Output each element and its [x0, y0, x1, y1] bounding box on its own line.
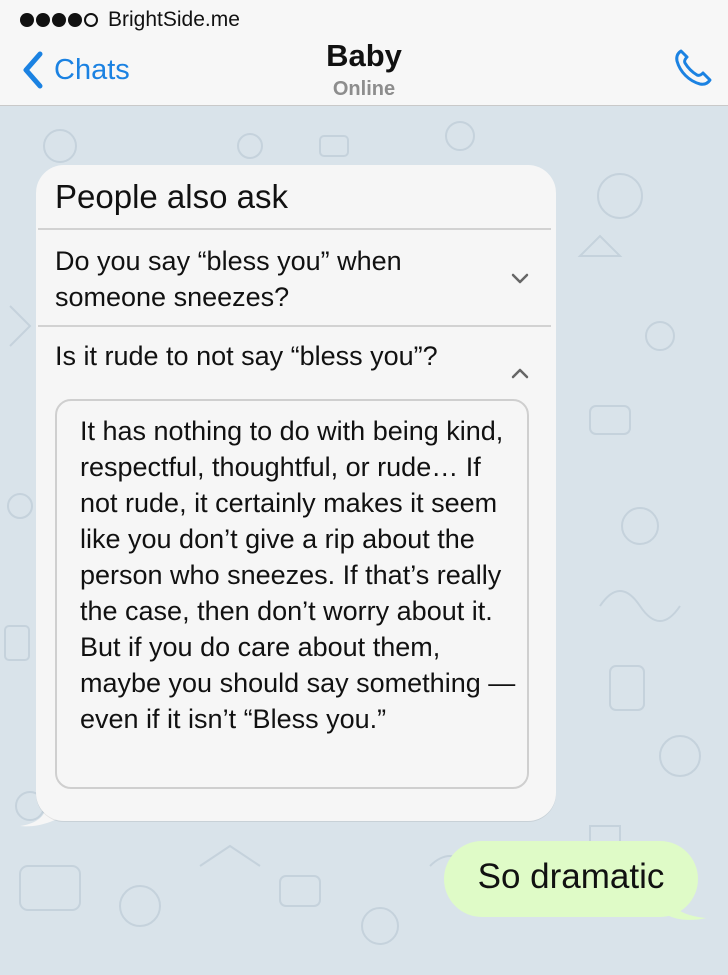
- contact-name: Baby: [326, 38, 402, 73]
- question-collapsed[interactable]: Do you say “bless you” when someone snee…: [55, 243, 475, 315]
- question-expanded[interactable]: Is it rude to not say “bless you”?: [55, 338, 495, 374]
- divider: [38, 228, 551, 230]
- phone-icon[interactable]: [672, 46, 714, 88]
- conversation-title[interactable]: Baby Online: [0, 38, 728, 101]
- answer-panel: It has nothing to do with being kind, re…: [55, 399, 529, 789]
- incoming-message-bubble: People also ask Do you say “bless you” w…: [36, 165, 556, 821]
- status-bar: BrightSide.me: [20, 8, 240, 32]
- answer-text: It has nothing to do with being kind, re…: [80, 416, 516, 734]
- outgoing-message-text: So dramatic: [477, 857, 665, 896]
- outgoing-message-bubble: So dramatic: [444, 841, 698, 917]
- carrier-name: BrightSide.me: [108, 8, 240, 31]
- people-also-ask-title: People also ask: [55, 178, 288, 215]
- divider: [38, 325, 551, 327]
- chevron-down-icon[interactable]: [511, 273, 529, 285]
- contact-status: Online: [332, 78, 396, 100]
- signal-strength-icon: [20, 13, 98, 27]
- chat-header: BrightSide.me Chats Baby Online: [0, 0, 728, 106]
- chevron-up-icon[interactable]: [511, 367, 529, 379]
